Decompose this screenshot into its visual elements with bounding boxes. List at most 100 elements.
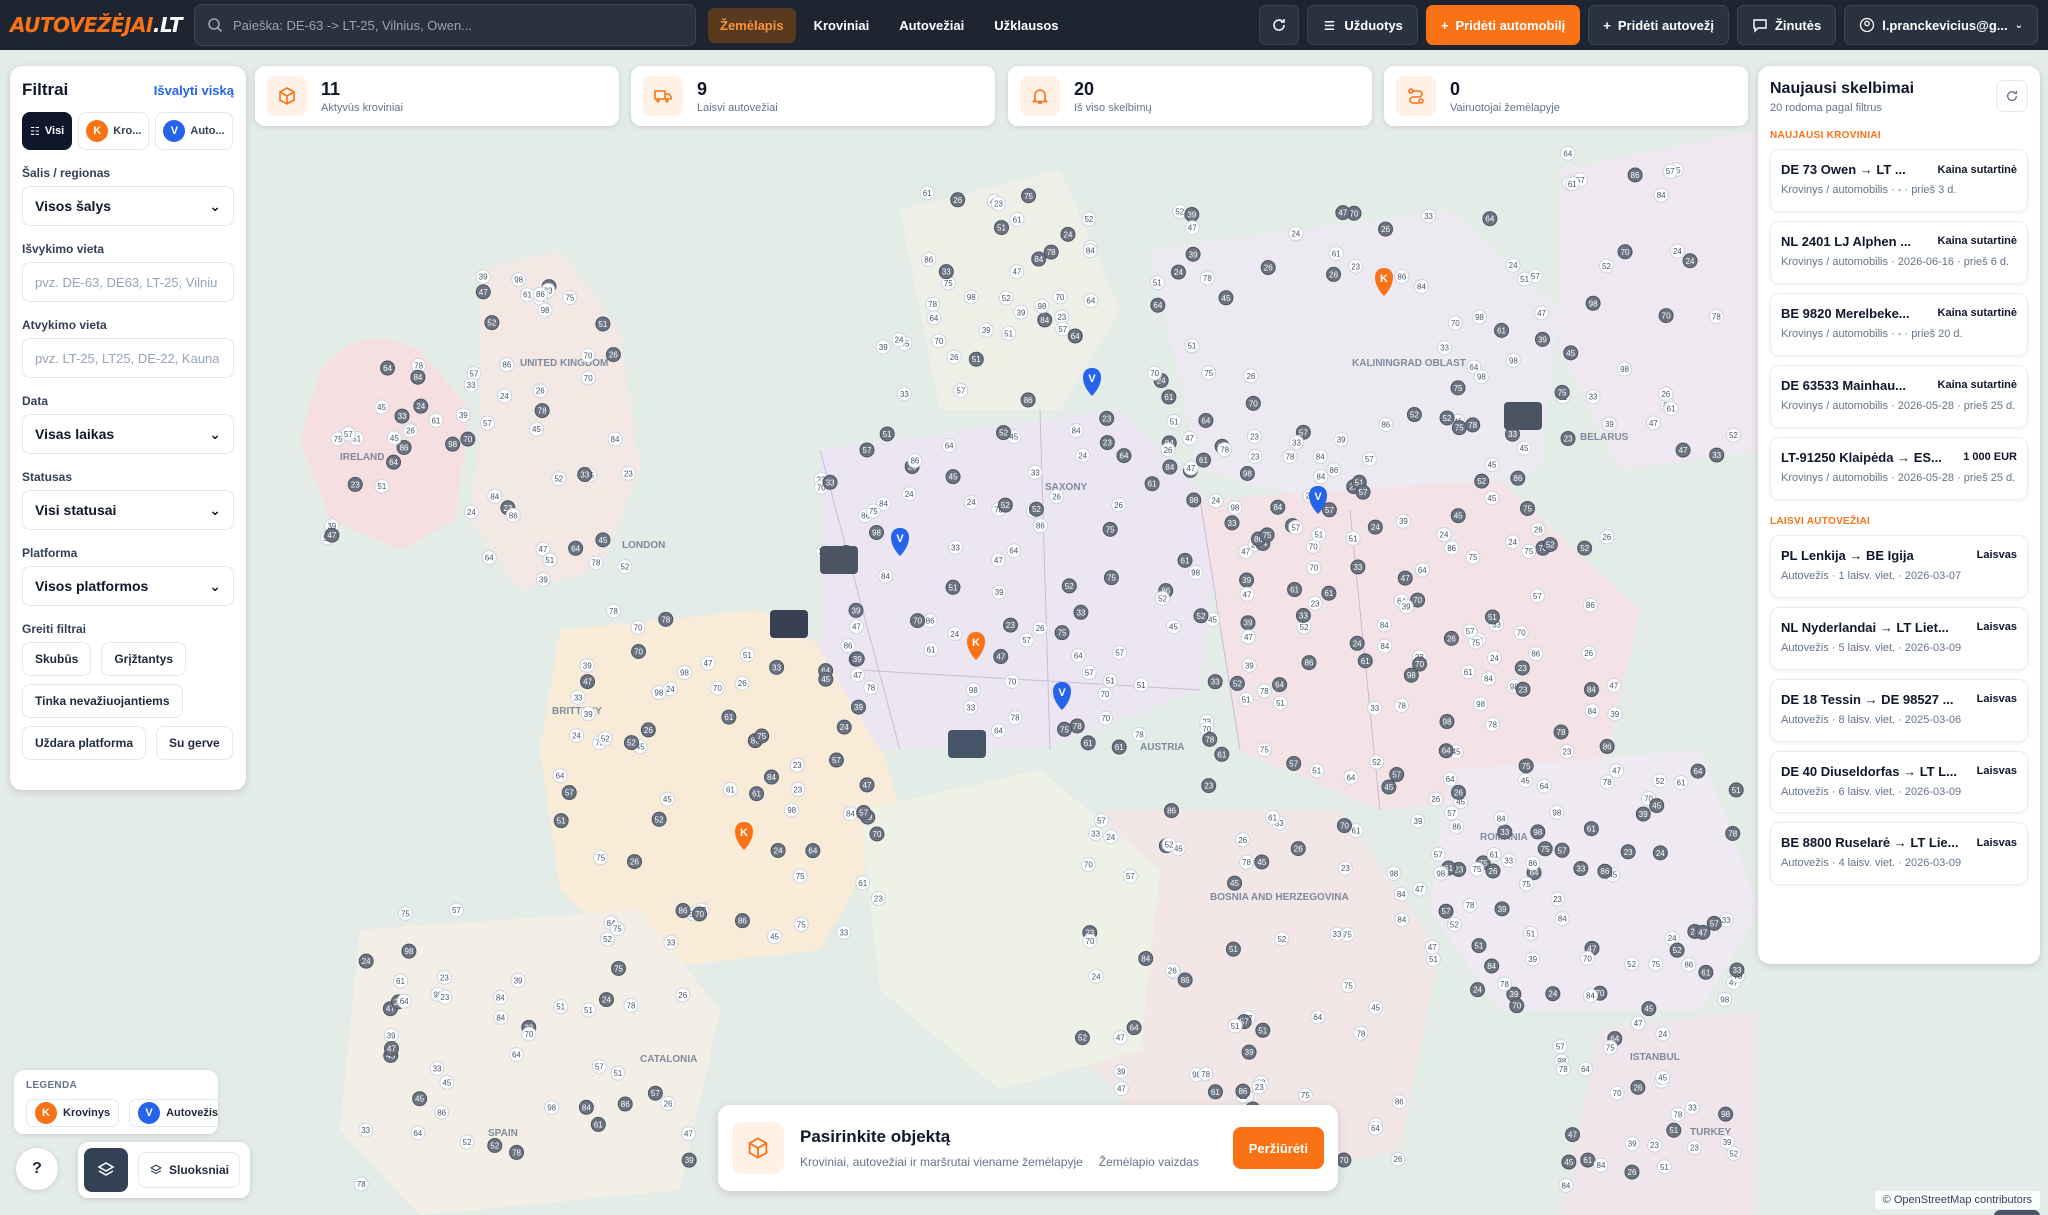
cluster-marker[interactable]: 61 [1486, 846, 1502, 862]
cluster-marker[interactable]: 24 [1208, 493, 1224, 509]
cluster-marker[interactable]: 51 [879, 426, 895, 442]
cluster-marker[interactable]: 84 [1653, 187, 1669, 203]
cluster-marker[interactable]: 84 [1031, 251, 1047, 267]
cluster-marker[interactable]: 52 [1028, 501, 1044, 517]
cluster-marker[interactable]: 24 [1088, 968, 1104, 984]
cluster-marker[interactable]: 45 [818, 671, 834, 687]
type-all-button[interactable]: ☷ Visi [22, 112, 73, 150]
cluster-marker[interactable]: 23 [1247, 448, 1263, 464]
cluster-marker[interactable]: 33 [1437, 340, 1453, 356]
cluster-marker[interactable]: 39 [455, 407, 471, 423]
cluster-marker[interactable]: 33 [896, 386, 912, 402]
cluster-marker[interactable]: 84 [1493, 810, 1509, 826]
platform-select[interactable]: Visos platformos ⌄ [22, 566, 234, 606]
cluster-marker[interactable]: 39 [1624, 1136, 1640, 1152]
cluster-marker[interactable]: 51 [1272, 695, 1288, 711]
cluster-marker[interactable]: 57 [340, 426, 356, 442]
cluster-marker[interactable]: 39 [1601, 416, 1617, 432]
cluster-marker[interactable]: 64 [1577, 1061, 1593, 1077]
cluster-marker[interactable]: 51 [1001, 325, 1017, 341]
cluster-marker[interactable]: 52 [1274, 931, 1290, 947]
carrier-listing-card[interactable]: PL Lenkija → BE Igija Laisvas Autovežis ·… [1770, 534, 2028, 598]
cluster-marker[interactable]: 39 [1333, 432, 1349, 448]
cluster-marker[interactable]: 52 [1725, 427, 1741, 443]
cluster-marker[interactable]: 26 [640, 722, 656, 738]
cluster-marker[interactable]: 75 [1057, 721, 1073, 737]
cluster-marker[interactable]: 84 [1377, 638, 1393, 654]
cluster-marker[interactable]: 86 [1020, 392, 1036, 408]
cluster-marker[interactable]: 23 [1348, 258, 1364, 274]
cluster-marker[interactable]: 61 [1494, 322, 1510, 338]
cluster-marker[interactable]: 78 [1725, 825, 1741, 841]
cluster-marker[interactable]: 47 [1606, 677, 1622, 693]
cluster-marker[interactable]: 33 [836, 924, 852, 940]
cluster-marker[interactable]: 64 [508, 1047, 524, 1063]
cluster-marker[interactable]: 64 [568, 540, 584, 556]
cluster-marker[interactable]: 47 [993, 649, 1009, 665]
cluster-marker[interactable]: 61 [855, 875, 871, 891]
cluster-marker[interactable]: 26 [1160, 442, 1176, 458]
cluster-marker[interactable]: 23 [1307, 595, 1323, 611]
cluster-marker[interactable]: 39 [1240, 615, 1256, 631]
cluster-marker[interactable]: 61 [1698, 964, 1714, 980]
cluster-marker[interactable]: 86 [1177, 972, 1193, 988]
cluster-marker[interactable]: 64 [396, 993, 412, 1009]
cluster-marker[interactable]: 64 [380, 360, 396, 376]
cluster-marker[interactable]: 26 [402, 422, 418, 438]
cluster-marker[interactable]: 26 [1428, 791, 1444, 807]
stat-active-cargo[interactable]: 11 Aktyvūs kroviniai [255, 66, 619, 126]
add-carrier-button[interactable]: + Pridėti autovežį [1588, 5, 1729, 45]
cluster-marker[interactable]: 47 [383, 1041, 399, 1057]
cluster-marker[interactable]: 26 [1378, 221, 1394, 237]
cluster-marker[interactable]: 39 [681, 1152, 697, 1168]
cluster-marker[interactable]: 57 [1361, 451, 1377, 467]
cluster-marker[interactable]: 64 [1690, 763, 1706, 779]
cluster-marker[interactable]: 75 [397, 906, 413, 922]
cluster-marker[interactable]: 26 [1243, 368, 1259, 384]
cluster-marker[interactable]: 51 [1166, 413, 1182, 429]
cluster-marker[interactable]: 26 [1530, 522, 1546, 538]
cluster-marker[interactable]: 75 [1256, 742, 1272, 758]
cluster-marker[interactable]: 98 [1473, 369, 1489, 385]
cluster-marker[interactable]: 84 [1558, 1177, 1574, 1193]
cluster-marker[interactable]: 61 [1111, 739, 1127, 755]
cluster-marker[interactable]: 39 [1239, 572, 1255, 588]
cluster-marker[interactable]: 84 [410, 369, 426, 385]
cluster-marker[interactable]: 23 [990, 196, 1006, 212]
cluster-marker[interactable]: 52 [1369, 754, 1385, 770]
cluster-marker[interactable]: 23 [1099, 410, 1115, 426]
cluster-marker[interactable]: 57 [1286, 755, 1302, 771]
cluster-marker[interactable]: 70 [1658, 308, 1674, 324]
cluster-marker[interactable]: 26 [1049, 489, 1065, 505]
cluster-marker[interactable]: 47 [1182, 430, 1198, 446]
cluster-marker[interactable]: 61 [1009, 211, 1025, 227]
cluster-marker[interactable]: 61 [1328, 246, 1344, 262]
cluster-marker[interactable]: 51 [739, 647, 755, 663]
cluster-marker[interactable]: 78 [1238, 854, 1254, 870]
cluster-marker[interactable]: 75 [792, 868, 808, 884]
nav-carriers[interactable]: Autovežiai [887, 8, 976, 43]
cluster-marker[interactable]: 78 [658, 611, 674, 627]
carrier-listing-card[interactable]: DE 18 Tessin → DE 98527 ... Laisvas Autov… [1770, 678, 2028, 742]
cluster-marker[interactable]: 33 [1329, 926, 1345, 942]
cluster-marker[interactable]: 64 [410, 1125, 426, 1141]
cluster-marker[interactable]: 75 [1518, 758, 1534, 774]
cluster-marker[interactable]: 24 [1486, 650, 1502, 666]
cluster-marker[interactable]: 33 [1207, 674, 1223, 690]
cluster-marker[interactable]: 70 [1412, 656, 1428, 672]
cluster-marker[interactable]: 45 [412, 1091, 428, 1107]
cluster-marker[interactable]: 98 [1473, 696, 1489, 712]
cluster-marker[interactable]: 84 [492, 989, 508, 1005]
cluster-marker[interactable]: 45 [1484, 457, 1500, 473]
cluster-marker[interactable]: 98 [1186, 492, 1202, 508]
cluster-marker[interactable]: 52 [1669, 942, 1685, 958]
cluster-marker[interactable]: 78 [353, 1176, 369, 1192]
cluster-marker[interactable]: 47 [1239, 586, 1255, 602]
status-select[interactable]: Visi statusai ⌄ [22, 490, 234, 530]
cluster-marker[interactable]: 98 [544, 1100, 560, 1116]
cluster-marker[interactable]: 78 [1708, 308, 1724, 324]
cluster-marker[interactable]: 98 [1188, 564, 1204, 580]
cluster-marker[interactable]: 61 [520, 287, 536, 303]
cluster-marker[interactable]: 39 [1398, 599, 1414, 615]
cluster-marker[interactable]: 57 [1081, 664, 1097, 680]
